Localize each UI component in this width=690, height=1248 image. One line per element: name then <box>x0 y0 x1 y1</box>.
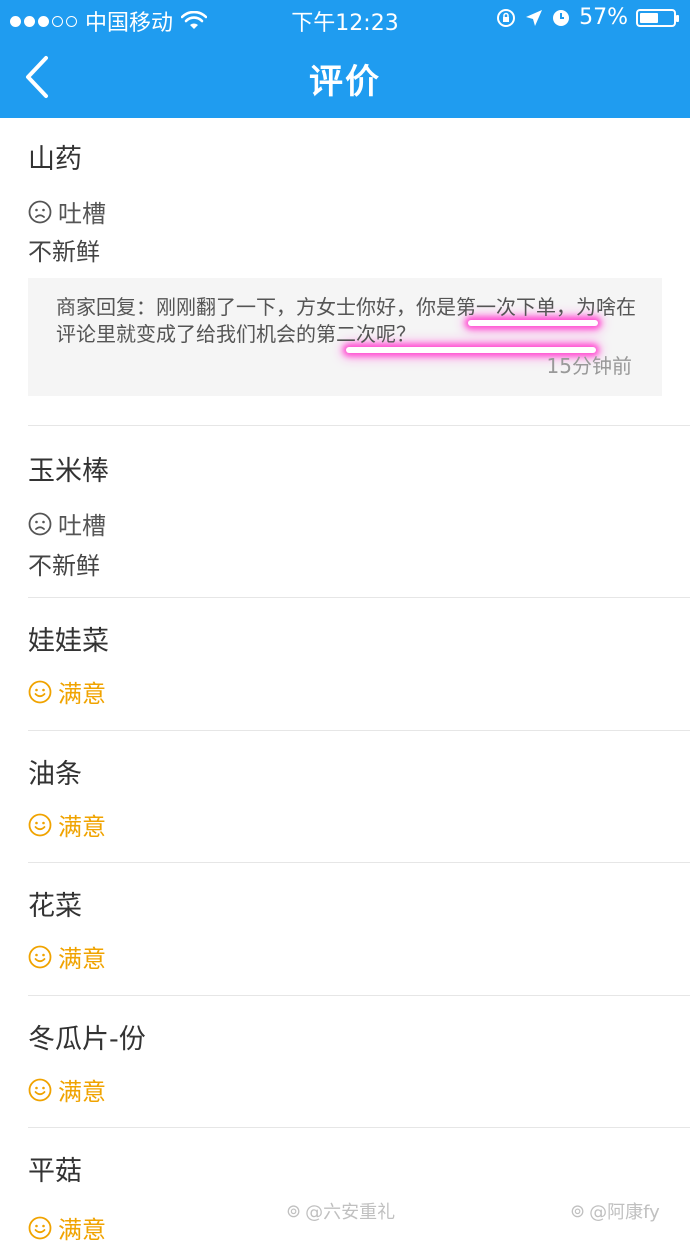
reply-timestamp: 15分钟前 <box>546 354 632 378</box>
rating-complaint: 吐槽 <box>28 194 106 229</box>
location-arrow-icon <box>526 9 543 26</box>
watermark-text: @阿康fy <box>589 1202 660 1223</box>
rating-label: 满意 <box>58 1078 106 1106</box>
rating-label: 满意 <box>58 945 106 973</box>
rating-complaint: 吐槽 <box>28 506 106 541</box>
rating-satisfied: 满意 <box>28 1072 106 1107</box>
battery-percentage: 57% <box>579 5 628 30</box>
dish-name: 花菜 <box>28 891 82 922</box>
watermark: ⊚ @阿康fy <box>570 1198 660 1224</box>
merchant-reply: 商家回复：刚刚翻了一下，方女士你好，你是第一次下单，为啥在评论里就变成了给我们机… <box>28 278 662 396</box>
dish-name: 娃娃菜 <box>28 626 109 657</box>
weibo-icon: ⊚ <box>286 1200 302 1222</box>
rating-label: 吐槽 <box>58 512 106 540</box>
smile-face-icon <box>28 813 52 836</box>
dish-name: 平菇 <box>28 1156 82 1187</box>
dish-name: 油条 <box>28 759 82 790</box>
review-item: 玉米棒 吐槽 不新鲜 <box>0 426 690 598</box>
review-comment: 不新鲜 <box>28 238 100 266</box>
review-item: 平菇 满意 <box>0 1128 690 1248</box>
review-item: 冬瓜片-份 满意 <box>0 996 690 1128</box>
rating-label: 满意 <box>58 680 106 708</box>
watermark: ⊚ @六安重礼 <box>286 1198 395 1224</box>
dish-name: 冬瓜片-份 <box>28 1024 146 1055</box>
rating-satisfied: 满意 <box>28 939 106 974</box>
rotation-lock-icon <box>497 8 516 27</box>
review-comment: 不新鲜 <box>28 552 100 580</box>
rating-satisfied: 满意 <box>28 807 106 842</box>
battery-fill <box>640 12 659 23</box>
rating-satisfied: 满意 <box>28 674 106 709</box>
rating-label: 吐槽 <box>58 200 106 228</box>
smile-face-icon <box>28 945 52 968</box>
page-title: 评价 <box>309 62 381 102</box>
battery-icon <box>636 8 679 27</box>
navigation-bar: 评价 <box>0 36 690 118</box>
sad-face-icon <box>28 512 52 535</box>
alarm-icon <box>553 9 570 26</box>
review-item: 山药 吐槽 不新鲜 商家回复：刚刚翻了一下，方女士你好，你是第一次下单，为啥在评… <box>0 118 690 426</box>
sad-face-icon <box>28 200 52 223</box>
review-item: 花菜 满意 <box>0 863 690 996</box>
rating-label: 满意 <box>58 813 106 841</box>
dish-name: 玉米棒 <box>28 456 109 487</box>
weibo-icon: ⊚ <box>570 1200 586 1222</box>
watermark-text: @六安重礼 <box>305 1202 396 1223</box>
smile-face-icon <box>28 680 52 703</box>
dish-name: 山药 <box>28 144 82 175</box>
merchant-reply-text: 商家回复：刚刚翻了一下，方女士你好，你是第一次下单，为啥在评论里就变成了给我们机… <box>56 295 636 346</box>
review-item: 油条 满意 <box>0 731 690 863</box>
smile-face-icon <box>28 1078 52 1101</box>
review-item: 娃娃菜 满意 <box>0 598 690 731</box>
status-bar: 中国移动 下午12:23 57% <box>0 0 690 36</box>
review-list: 山药 吐槽 不新鲜 商家回复：刚刚翻了一下，方女士你好，你是第一次下单，为啥在评… <box>0 118 690 1248</box>
